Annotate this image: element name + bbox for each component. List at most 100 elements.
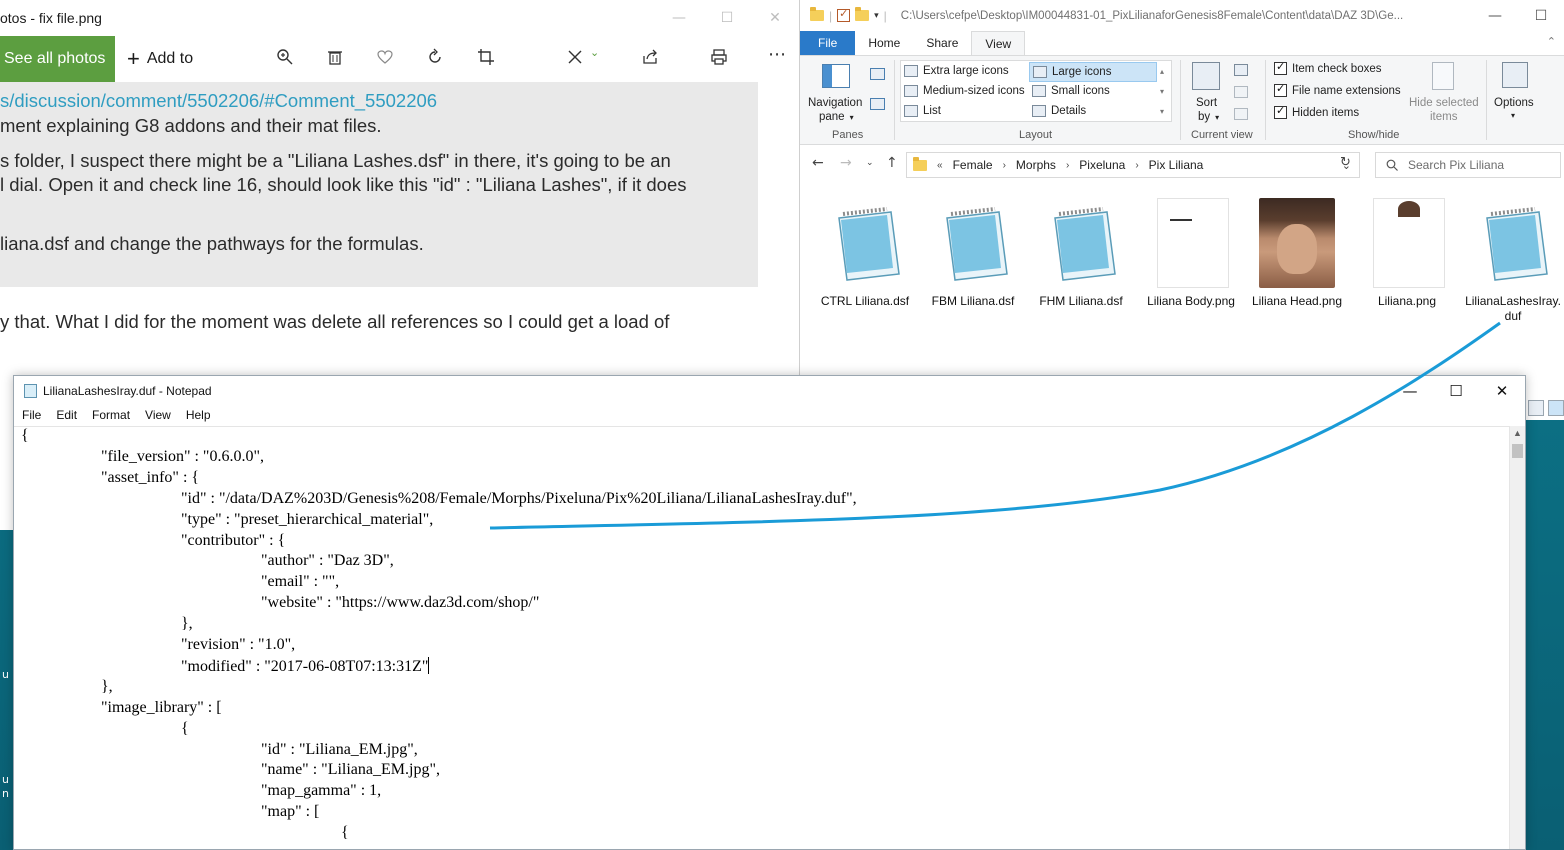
vertical-scrollbar[interactable]: ▲	[1509, 426, 1525, 849]
extra-large-icons-icon	[904, 65, 918, 77]
chevron-right-icon[interactable]: ›	[1135, 160, 1138, 171]
close-icon[interactable]: ✕	[751, 10, 799, 26]
add-columns-icon[interactable]	[1234, 86, 1248, 98]
options-button[interactable]: Options	[1494, 97, 1534, 109]
see-all-photos-button[interactable]: See all photos	[0, 36, 115, 82]
tab-file[interactable]: File	[800, 31, 856, 55]
maximize-icon[interactable]: ☐	[1433, 382, 1479, 400]
file-name-extensions-option[interactable]: File name extensions	[1274, 82, 1401, 97]
options-icon[interactable]	[1502, 62, 1528, 88]
details-view-icon[interactable]	[1528, 400, 1544, 416]
navigation-pane-button[interactable]: Navigation	[808, 97, 862, 109]
new-folder-icon[interactable]	[855, 7, 870, 21]
scroll-up-icon[interactable]: ▲	[1513, 428, 1522, 438]
tab-share[interactable]: Share	[913, 31, 971, 55]
size-columns-icon[interactable]	[1234, 108, 1248, 120]
scrollbar-thumb[interactable]	[1512, 444, 1523, 458]
rotate-icon[interactable]	[426, 48, 444, 71]
menu-help[interactable]: Help	[186, 408, 211, 422]
maximize-icon[interactable]: ☐	[703, 10, 751, 26]
crop-icon[interactable]	[477, 48, 495, 71]
add-to-button[interactable]: + Add to	[127, 46, 193, 72]
forward-arrow-icon[interactable]: →	[840, 155, 852, 171]
tab-home[interactable]: Home	[855, 31, 913, 55]
sort-by-button-label[interactable]: by ▾	[1198, 111, 1219, 123]
breadcrumb-item[interactable]: Female	[953, 158, 993, 172]
code-line: "map_gamma" : 1,	[261, 782, 382, 800]
tab-view[interactable]: View	[971, 31, 1026, 55]
dropdown-arrow-icon[interactable]: ▾	[1511, 111, 1515, 120]
file-name: Liliana Body.png	[1147, 294, 1235, 308]
minimize-icon[interactable]: —	[1472, 8, 1518, 24]
list-option[interactable]: List	[904, 105, 941, 117]
folder-icon	[913, 156, 927, 171]
details-option[interactable]: Details	[1032, 105, 1086, 117]
file-name: Liliana.png	[1377, 294, 1437, 308]
desktop-text-fragment: u	[2, 773, 9, 786]
code-line: "author" : "Daz 3D",	[261, 552, 394, 570]
ribbon-separator	[894, 60, 895, 140]
properties-icon[interactable]	[837, 7, 851, 22]
file-item[interactable]: FBM Liliana.dsf	[920, 196, 1026, 309]
file-list: CTRL Liliana.dsf FBM Liliana.dsf FHM Lil…	[800, 190, 1564, 330]
navigation-pane-button-label[interactable]: pane ▾	[819, 111, 854, 123]
large-icons-option[interactable]: Large icons	[1029, 62, 1157, 82]
menu-format[interactable]: Format	[92, 408, 130, 422]
file-item[interactable]: CTRL Liliana.dsf	[812, 196, 918, 309]
hide-selected-icon[interactable]	[1432, 62, 1454, 90]
chevron-right-icon[interactable]: ›	[1066, 160, 1069, 171]
customize-toolbar-icon[interactable]: ▾	[874, 10, 879, 21]
file-item[interactable]: FHM Liliana.dsf	[1028, 196, 1134, 309]
breadcrumb-item[interactable]: Morphs	[1016, 158, 1056, 172]
item-check-boxes-option[interactable]: Item check boxes	[1274, 60, 1381, 75]
medium-icons-option[interactable]: Medium-sized icons	[904, 85, 1025, 97]
file-item[interactable]: Liliana Body.png	[1138, 196, 1244, 309]
maximize-icon[interactable]: ☐	[1518, 8, 1564, 24]
menu-view[interactable]: View	[145, 408, 171, 422]
print-icon[interactable]	[710, 48, 728, 71]
search-input[interactable]: Search Pix Liliana	[1375, 152, 1561, 178]
share-icon[interactable]	[641, 48, 659, 71]
menu-edit[interactable]: Edit	[56, 408, 77, 422]
code-line: },	[101, 677, 113, 695]
file-item[interactable]: LilianaLashesIray. duf	[1460, 196, 1564, 324]
sort-by-icon[interactable]	[1192, 62, 1220, 90]
code-line: "asset_info" : {	[101, 468, 200, 486]
large-icons-view-icon[interactable]	[1548, 400, 1564, 416]
chevron-right-icon[interactable]: ›	[1003, 160, 1006, 171]
up-arrow-icon[interactable]: ↑	[886, 155, 898, 171]
recent-locations-icon[interactable]: ⌄	[866, 158, 874, 168]
zoom-icon[interactable]	[276, 48, 294, 71]
address-breadcrumb[interactable]: « Female › Morphs › Pixeluna › Pix Lilia…	[906, 152, 1360, 178]
more-options-icon[interactable]: ⋯	[768, 44, 786, 65]
sort-by-button[interactable]: Sort	[1196, 97, 1217, 109]
breadcrumb-item[interactable]: Pixeluna	[1079, 158, 1125, 172]
hide-selected-items-label-2: items	[1430, 111, 1458, 123]
collapse-ribbon-icon[interactable]: ⌃	[1547, 35, 1556, 48]
breadcrumb-item[interactable]: Pix Liliana	[1149, 158, 1204, 172]
navigation-pane-icon[interactable]	[822, 64, 850, 88]
delete-icon[interactable]	[326, 48, 344, 71]
heart-icon[interactable]	[376, 48, 394, 71]
file-item[interactable]: Liliana.png	[1354, 196, 1460, 309]
minimize-icon[interactable]: —	[1387, 382, 1433, 400]
chevron-down-icon[interactable]: ⌄	[590, 46, 599, 59]
extra-large-icons-option[interactable]: Extra large icons	[904, 65, 1009, 77]
group-by-icon[interactable]	[1234, 64, 1248, 76]
layout-scroll-icon[interactable]: ▴ ▾ ▾	[1160, 62, 1164, 122]
large-icons-label: Large icons	[1052, 66, 1112, 78]
preview-pane-icon[interactable]	[870, 68, 885, 80]
hidden-items-option[interactable]: Hidden items	[1274, 104, 1359, 119]
small-icons-option[interactable]: Small icons	[1032, 85, 1110, 97]
overflow-chevron-icon[interactable]: «	[937, 160, 943, 171]
edit-create-icon[interactable]	[566, 48, 584, 71]
notepad-text-area[interactable]: {"file_version" : "0.6.0.0", "asset_info"…	[14, 426, 1511, 849]
menu-file[interactable]: File	[22, 408, 41, 422]
details-pane-icon[interactable]	[870, 98, 885, 110]
refresh-icon[interactable]: ↻	[1340, 155, 1351, 170]
back-arrow-icon[interactable]: ←	[812, 155, 824, 171]
file-item[interactable]: Liliana Head.png	[1244, 196, 1350, 309]
hide-selected-items-button[interactable]: Hide selected	[1409, 97, 1479, 109]
close-icon[interactable]: ✕	[1479, 382, 1525, 400]
minimize-icon[interactable]: —	[655, 10, 703, 26]
